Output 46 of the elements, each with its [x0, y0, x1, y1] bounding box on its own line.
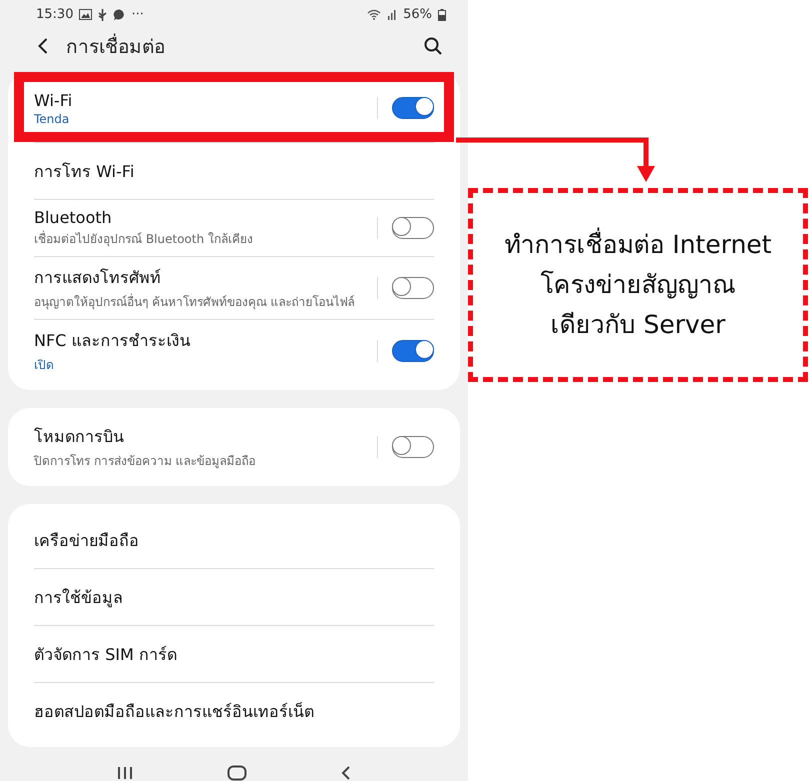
toggle-switch[interactable]: [392, 436, 434, 458]
setting-title: Bluetooth: [34, 208, 113, 227]
gallery-icon: [79, 9, 92, 20]
signal-icon: [387, 9, 398, 20]
setting-row[interactable]: โหมดการบิน ปิดการโทร การส่งข้อความ และข้อมูลมือถือ: [14, 416, 454, 478]
setting-title: โหมดการบิน: [34, 426, 125, 448]
back-icon[interactable]: [341, 765, 351, 781]
annotation-text: ทำการเชื่อมต่อ Internet โครงข่ายสัญญาณ เดียวกับ Server: [504, 225, 772, 345]
recent-apps-icon[interactable]: [117, 766, 133, 780]
setting-subtitle: ปิดการโทร การส่งข้อความ และข้อมูลมือถือ: [34, 453, 257, 470]
toggle-switch[interactable]: [392, 97, 434, 119]
home-icon[interactable]: [227, 765, 247, 781]
toggle-switch[interactable]: [392, 340, 434, 362]
more-notifications: ···: [131, 7, 144, 22]
battery-percent: 56%: [403, 7, 432, 22]
setting-row[interactable]: การใช้ข้อมูล: [14, 568, 454, 625]
setting-title: การโทร Wi-Fi: [34, 160, 136, 182]
battery-icon: [438, 8, 446, 21]
toggle-switch[interactable]: [392, 277, 434, 299]
setting-row[interactable]: ฮอตสปอตมือถือและการแชร์อินเทอร์เน็ต: [14, 682, 454, 739]
usb-icon: [98, 8, 108, 21]
setting-subtitle: Tenda: [34, 112, 70, 126]
toggle-switch[interactable]: [392, 217, 434, 239]
setting-row[interactable]: การแสดงโทรศัพท์ อนุญาตให้อุปกรณ์อื่นๆ ค้นหาโทรศัพท์ของคุณ และถ่ายโอนไฟล์: [14, 256, 454, 319]
page-title: การเชื่อมต่อ: [66, 32, 165, 60]
setting-title: การแสดงโทรศัพท์: [34, 267, 162, 289]
search-icon[interactable]: [424, 36, 442, 55]
setting-title: ฮอตสปอตมือถือและการแชร์อินเทอร์เน็ต: [34, 700, 315, 722]
setting-title: การใช้ข้อมูล: [34, 586, 124, 610]
setting-title: Wi-Fi: [34, 90, 74, 110]
setting-row[interactable]: Bluetooth เชื่อมต่อไปยังอุปกรณ์ Bluetooth ใกล้เคียง: [14, 199, 454, 256]
setting-row[interactable]: NFC และการชำระเงิน เปิด: [14, 319, 454, 382]
status-time: 15:30: [36, 7, 74, 22]
setting-title: เครือข่ายมือถือ: [34, 530, 140, 552]
setting-row[interactable]: การโทร Wi-Fi: [14, 142, 454, 199]
chat-bubble-icon: [113, 8, 126, 21]
setting-title: NFC และการชำระเงิน: [34, 330, 192, 352]
wifi-icon: [367, 9, 382, 20]
setting-subtitle: เปิด: [34, 357, 55, 374]
setting-title: ตัวจัดการ SIM การ์ด: [34, 644, 178, 666]
setting-subtitle: อนุญาตให้อุปกรณ์อื่นๆ ค้นหาโทรศัพท์ของคุณ และถ่ายโอนไฟล์: [34, 292, 356, 311]
back-icon[interactable]: [38, 38, 48, 54]
highlighted-setting-row[interactable]: Wi-Fi Tenda: [14, 72, 454, 142]
setting-row[interactable]: เครือข่ายมือถือ: [14, 512, 454, 568]
setting-row[interactable]: ตัวจัดการ SIM การ์ด: [14, 625, 454, 682]
setting-subtitle: เชื่อมต่อไปยังอุปกรณ์ Bluetooth ใกล้เคียง: [34, 230, 254, 248]
